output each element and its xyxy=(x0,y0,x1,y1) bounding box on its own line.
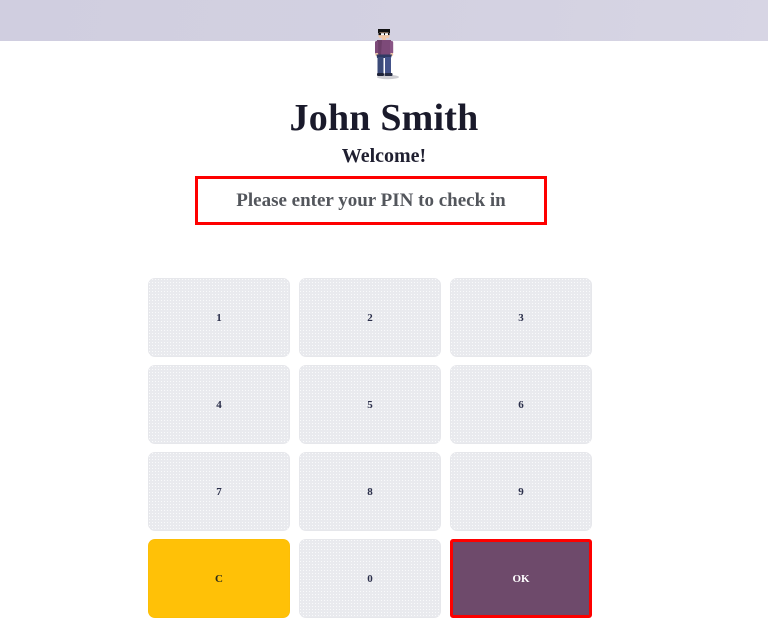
avatar xyxy=(0,22,768,80)
pin-prompt-text: Please enter your PIN to check in xyxy=(236,189,506,211)
welcome-subtitle: Welcome! xyxy=(341,145,427,167)
keypad-key-8[interactable]: 8 xyxy=(299,452,441,531)
keypad-key-5[interactable]: 5 xyxy=(299,365,441,444)
pin-prompt-highlight-box: Please enter your PIN to check in xyxy=(195,176,547,225)
keypad-key-3[interactable]: 3 xyxy=(450,278,592,357)
keypad-key-9[interactable]: 9 xyxy=(450,452,592,531)
keypad-key-1[interactable]: 1 xyxy=(148,278,290,357)
keypad-key-0[interactable]: 0 xyxy=(299,539,441,618)
pin-keypad: 1 2 3 4 5 6 7 8 9 C 0 OK xyxy=(148,278,592,618)
keypad-key-7[interactable]: 7 xyxy=(148,452,290,531)
keypad-key-ok[interactable]: OK xyxy=(450,539,592,618)
keypad-key-2[interactable]: 2 xyxy=(299,278,441,357)
keypad-key-clear[interactable]: C xyxy=(148,539,290,618)
keypad-key-4[interactable]: 4 xyxy=(148,365,290,444)
standing-person-avatar-icon xyxy=(375,29,399,80)
keypad-key-6[interactable]: 6 xyxy=(450,365,592,444)
page-title: John Smith xyxy=(289,97,479,139)
